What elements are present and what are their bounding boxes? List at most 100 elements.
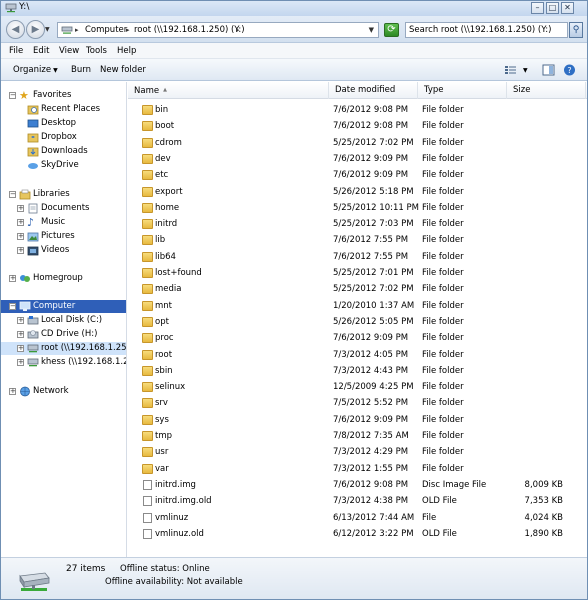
menu-view[interactable]: View xyxy=(59,46,79,56)
tree-pictures[interactable]: + Pictures xyxy=(1,230,126,243)
tree-computer[interactable]: − Computer xyxy=(1,300,126,313)
view-options-icon[interactable] xyxy=(504,64,517,76)
file-row[interactable]: dev 7/6/2012 9:09 PM File folder xyxy=(128,151,587,167)
file-row[interactable]: initrd.img 7/6/2012 9:08 PM Disc Image Fil… xyxy=(128,477,587,493)
chevron-down-icon[interactable]: ▼ xyxy=(523,67,528,74)
maximize-button[interactable]: □ xyxy=(546,2,559,14)
column-size[interactable]: Size xyxy=(507,82,586,99)
help-icon[interactable]: ? xyxy=(563,64,576,76)
search-icon[interactable]: ⚲ xyxy=(569,22,583,38)
expand-icon[interactable]: + xyxy=(9,275,16,282)
expand-icon[interactable]: + xyxy=(17,219,24,226)
column-date-modified[interactable]: Date modified xyxy=(329,82,418,99)
tree-skydrive[interactable]: SkyDrive xyxy=(1,159,126,172)
file-row[interactable]: vmlinuz 6/13/2012 7:44 AM File 4,024 KB xyxy=(128,510,587,526)
breadcrumb-computer[interactable]: Computer xyxy=(85,25,127,35)
file-row[interactable]: lost+found 5/25/2012 7:01 PM File folder xyxy=(128,265,587,281)
file-row[interactable]: srv 7/5/2012 5:52 PM File folder xyxy=(128,395,587,411)
tree-music[interactable]: + ♪ Music xyxy=(1,216,126,229)
organize-button[interactable]: Organize ▼ xyxy=(13,65,58,75)
file-icon xyxy=(143,528,152,539)
file-row[interactable]: root 7/3/2012 4:05 PM File folder xyxy=(128,347,587,363)
file-date-modified: 5/25/2012 10:11 PM xyxy=(333,202,419,213)
tree-label: Local Disk (C:) xyxy=(41,315,103,325)
file-name: initrd.img.old xyxy=(155,496,212,507)
file-row[interactable]: etc 7/6/2012 9:09 PM File folder xyxy=(128,167,587,183)
file-row[interactable]: bin 7/6/2012 9:08 PM File folder xyxy=(128,102,587,118)
file-row[interactable]: vmlinuz.old 6/12/2012 3:22 PM OLD File 1,89… xyxy=(128,526,587,542)
menu-edit[interactable]: Edit xyxy=(33,46,49,56)
recent-pages-dropdown[interactable]: ▼ xyxy=(45,26,50,33)
tree-homegroup[interactable]: + Homegroup xyxy=(1,272,126,285)
file-row[interactable]: mnt 1/20/2010 1:37 AM File folder xyxy=(128,298,587,314)
tree-desktop[interactable]: Desktop xyxy=(1,117,126,130)
tree-downloads[interactable]: Downloads xyxy=(1,145,126,158)
tree-root-share[interactable]: + root (\\192.168.1.250) xyxy=(1,342,126,355)
expand-icon[interactable]: + xyxy=(17,247,24,254)
tree-dropbox[interactable]: Dropbox xyxy=(1,131,126,144)
tree-recent-places[interactable]: Recent Places xyxy=(1,103,126,116)
expand-icon[interactable]: + xyxy=(9,388,16,395)
preview-pane-icon[interactable] xyxy=(542,64,555,76)
search-input[interactable]: Search root (\\192.168.1.250) (Y:) xyxy=(405,22,568,38)
chevron-right-icon[interactable]: ▸ xyxy=(126,26,130,34)
file-row[interactable]: export 5/26/2012 5:18 PM File folder xyxy=(128,184,587,200)
file-row[interactable]: initrd 5/25/2012 7:03 PM File folder xyxy=(128,216,587,232)
file-row[interactable]: lib64 7/6/2012 7:55 PM File folder xyxy=(128,249,587,265)
file-row[interactable]: usr 7/3/2012 4:29 PM File folder xyxy=(128,444,587,460)
column-type[interactable]: Type xyxy=(418,82,507,99)
expand-icon[interactable]: + xyxy=(17,331,24,338)
file-row[interactable]: proc 7/6/2012 9:09 PM File folder xyxy=(128,330,587,346)
minimize-button[interactable]: – xyxy=(531,2,544,14)
tree-libraries[interactable]: − Libraries xyxy=(1,188,126,201)
tree-network[interactable]: + Network xyxy=(1,385,126,398)
expand-icon[interactable]: + xyxy=(17,233,24,240)
tree-local-disk[interactable]: + Local Disk (C:) xyxy=(1,314,126,327)
tree-label: Videos xyxy=(41,245,70,255)
forward-button[interactable]: ▶ xyxy=(26,20,45,39)
menu-tools[interactable]: Tools xyxy=(86,46,107,56)
chevron-right-icon[interactable]: ▸ xyxy=(236,26,240,34)
file-row[interactable]: var 7/3/2012 1:55 PM File folder xyxy=(128,461,587,477)
tree-videos[interactable]: + Videos xyxy=(1,244,126,257)
expand-icon[interactable]: + xyxy=(17,205,24,212)
column-name[interactable]: Name ▲ xyxy=(128,82,329,99)
back-button[interactable]: ◀ xyxy=(6,20,25,39)
collapse-icon[interactable]: − xyxy=(9,92,16,99)
expand-icon[interactable]: + xyxy=(17,359,24,366)
expand-icon[interactable]: + xyxy=(17,345,24,352)
breadcrumb-drive[interactable]: root (\\192.168.1.250) (Y:) xyxy=(134,25,245,35)
tree-cd-drive[interactable]: + CD Drive (H:) xyxy=(1,328,126,341)
file-row[interactable]: opt 5/26/2012 5:05 PM File folder xyxy=(128,314,587,330)
network-drive-icon xyxy=(61,26,73,34)
file-row[interactable]: lib 7/6/2012 7:55 PM File folder xyxy=(128,232,587,248)
file-row[interactable]: initrd.img.old 7/3/2012 4:38 PM OLD File 7,… xyxy=(128,493,587,509)
tree-favorites[interactable]: − ★ Favorites xyxy=(1,89,126,102)
close-button[interactable]: ✕ xyxy=(561,2,574,14)
file-row[interactable]: sys 7/6/2012 9:09 PM File folder xyxy=(128,412,587,428)
new-folder-button[interactable]: New folder xyxy=(100,65,146,75)
file-row[interactable]: tmp 7/8/2012 7:35 AM File folder xyxy=(128,428,587,444)
file-row[interactable]: media 5/25/2012 7:02 PM File folder xyxy=(128,281,587,297)
file-row[interactable]: boot 7/6/2012 9:08 PM File folder xyxy=(128,118,587,134)
folder-icon xyxy=(142,447,153,458)
menu-help[interactable]: Help xyxy=(117,46,136,56)
collapse-icon[interactable]: − xyxy=(9,303,16,310)
file-date-modified: 7/6/2012 7:55 PM xyxy=(333,251,409,262)
file-row[interactable]: sbin 7/3/2012 4:43 PM File folder xyxy=(128,363,587,379)
address-bar[interactable]: ▸ Computer ▸ root (\\192.168.1.250) (Y:)… xyxy=(57,22,379,38)
expand-icon[interactable]: + xyxy=(17,317,24,324)
burn-button[interactable]: Burn xyxy=(71,65,91,75)
menu-file[interactable]: File xyxy=(9,46,23,56)
tree-documents[interactable]: + Documents xyxy=(1,202,126,215)
chevron-down-icon[interactable]: ▼ xyxy=(369,26,374,34)
title-bar[interactable]: Y:\ – □ ✕ xyxy=(1,1,587,16)
chevron-right-icon[interactable]: ▸ xyxy=(75,26,79,34)
tree-khess-share[interactable]: + khess (\\192.168.1.250 xyxy=(1,356,126,369)
refresh-button[interactable]: ⟳ xyxy=(384,23,399,37)
collapse-icon[interactable]: − xyxy=(9,191,16,198)
file-row[interactable]: cdrom 5/25/2012 7:02 PM File folder xyxy=(128,135,587,151)
file-row[interactable]: selinux 12/5/2009 4:25 PM File folder xyxy=(128,379,587,395)
folder-icon xyxy=(142,202,153,213)
file-row[interactable]: home 5/25/2012 10:11 PM File folder xyxy=(128,200,587,216)
